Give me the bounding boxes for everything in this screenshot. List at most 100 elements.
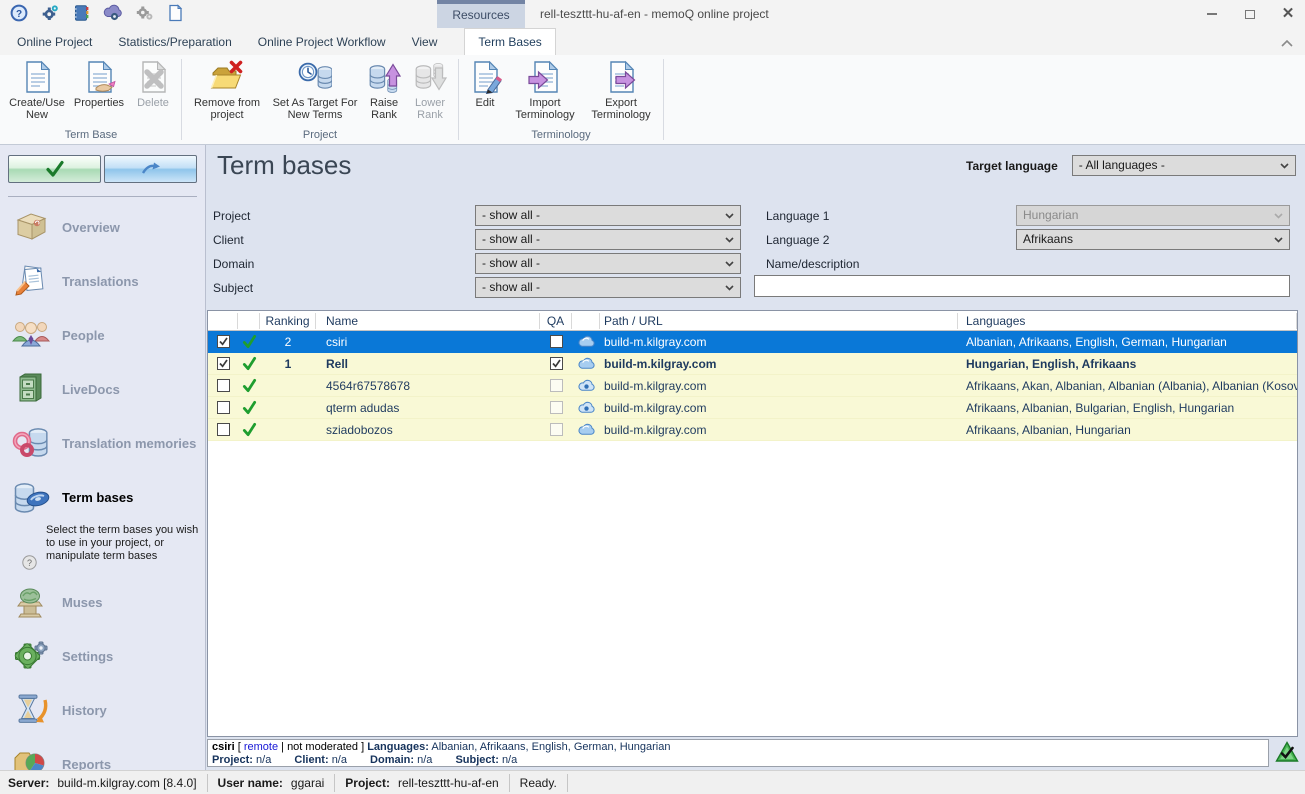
qa-checkbox[interactable]	[550, 335, 563, 348]
revert-changes-button[interactable]	[104, 155, 197, 183]
tab-term-bases[interactable]: Term Bases	[464, 28, 555, 55]
ribbon-separator	[458, 59, 459, 140]
table-row[interactable]: sziadobozos build-m.kilgray.com Afrikaan…	[208, 419, 1297, 441]
include-checkbox[interactable]	[217, 423, 230, 436]
sidebar-item-muses[interactable]: Muses	[0, 575, 205, 629]
name-description-label: Name/description	[766, 257, 859, 271]
options-gears-icon[interactable]	[136, 4, 154, 22]
target-clock-database-icon	[298, 60, 332, 94]
export-terminology-button[interactable]: Export Terminology	[583, 57, 659, 121]
remove-from-project-button[interactable]: Remove from project	[186, 57, 268, 121]
info-languages-label: Languages:	[367, 741, 429, 753]
tab-online-project[interactable]: Online Project	[4, 30, 105, 55]
server-cloud-icon[interactable]	[103, 4, 123, 22]
include-checkbox[interactable]	[217, 357, 230, 370]
sidebar-item-label: Translations	[62, 274, 139, 289]
close-button[interactable]: ✕	[1281, 7, 1295, 21]
collapse-ribbon-icon[interactable]	[1281, 36, 1293, 50]
sidebar-item-label: Settings	[62, 649, 113, 664]
info-remote-flag: remote	[244, 741, 278, 753]
sidebar-item-translation-memories[interactable]: Translation memories	[0, 416, 205, 470]
translation-memories-icon	[10, 425, 52, 461]
name-description-input[interactable]	[754, 275, 1290, 297]
chevron-down-icon	[1274, 213, 1283, 219]
info-moderation-flag: not moderated	[287, 741, 358, 753]
column-path-url[interactable]: Path / URL	[600, 313, 958, 329]
raise-rank-button[interactable]: Raise Rank	[362, 57, 406, 121]
contacts-book-icon[interactable]	[72, 4, 90, 22]
lower-rank-button[interactable]: Lower Rank	[406, 57, 454, 121]
sidebar-item-people[interactable]: People	[0, 308, 205, 362]
properties-button[interactable]: Properties	[69, 57, 129, 109]
table-row[interactable]: 4564r67578678 build-m.kilgray.com Afrika…	[208, 375, 1297, 397]
sidebar-item-settings[interactable]: Settings	[0, 629, 205, 683]
sidebar-item-translations[interactable]: Translations	[0, 254, 205, 308]
help-icon[interactable]: ?	[10, 4, 28, 22]
domain-filter-label: Domain	[213, 257, 254, 271]
delete-button[interactable]: Delete	[129, 57, 177, 109]
in-use-check-icon	[242, 378, 257, 393]
status-project: Project:rell-teszttt-hu-af-en	[345, 774, 509, 792]
new-document-icon	[20, 60, 54, 94]
title-bar: ? Resources rell-teszttt-hu-af-en - memo…	[0, 0, 1305, 28]
status-ready: Ready.	[520, 774, 568, 792]
remote-cloud-icon	[577, 357, 596, 370]
column-name[interactable]: Name	[316, 313, 540, 329]
edit-button[interactable]: Edit	[463, 57, 507, 109]
qa-checkbox[interactable]	[550, 401, 563, 414]
domain-filter-select[interactable]: - show all -	[475, 253, 741, 274]
document-icon[interactable]	[167, 4, 183, 22]
sidebar-item-label: Muses	[62, 595, 102, 610]
include-checkbox[interactable]	[217, 401, 230, 414]
qa-checkbox[interactable]	[550, 357, 563, 370]
sidebar-item-overview[interactable]: Overview	[0, 200, 205, 254]
table-row[interactable]: 1 Rell build-m.kilgray.com Hungarian, En…	[208, 353, 1297, 375]
settings-gears-icon[interactable]	[41, 4, 59, 22]
term-bases-table: Ranking Name QA Path / URL Languages 2 c…	[207, 310, 1298, 737]
sidebar-item-history[interactable]: History	[0, 683, 205, 737]
set-as-target-button[interactable]: Set As Target For New Terms	[268, 57, 362, 121]
subject-filter-select[interactable]: - show all -	[475, 277, 741, 298]
project-filter-label: Project	[213, 209, 250, 223]
term-bases-icon	[10, 479, 52, 515]
sidebar-item-term-bases[interactable]: Term bases	[0, 470, 205, 524]
raise-rank-icon	[367, 60, 401, 94]
contextual-tab-group[interactable]: Resources	[437, 0, 525, 28]
qa-checkbox[interactable]	[550, 379, 563, 392]
table-row[interactable]: 2 csiri build-m.kilgray.com Albanian, Af…	[208, 331, 1297, 353]
edit-pencil-icon	[468, 60, 502, 94]
import-terminology-button[interactable]: Import Terminology	[507, 57, 583, 121]
svg-text:?: ?	[27, 558, 32, 568]
maximize-button[interactable]	[1243, 7, 1257, 21]
sidebar-item-reports[interactable]: Reports	[0, 737, 205, 770]
svg-text:?: ?	[16, 9, 22, 20]
sidebar-item-label: Reports	[62, 757, 111, 771]
properties-document-icon	[82, 60, 116, 94]
language1-select[interactable]: Hungarian	[1016, 205, 1290, 226]
tab-statistics-preparation[interactable]: Statistics/Preparation	[105, 30, 244, 55]
client-filter-label: Client	[213, 233, 244, 247]
language2-select[interactable]: Afrikaans	[1016, 229, 1290, 250]
column-languages[interactable]: Languages	[958, 313, 1297, 329]
tab-online-project-workflow[interactable]: Online Project Workflow	[245, 30, 399, 55]
history-hourglass-icon	[10, 692, 52, 728]
target-language-select[interactable]: - All languages -	[1072, 155, 1296, 176]
table-row[interactable]: qterm adudas build-m.kilgray.com Afrikaa…	[208, 397, 1297, 419]
include-checkbox[interactable]	[217, 379, 230, 392]
ribbon-group-project: Remove from project Set As Target For Ne…	[183, 55, 457, 144]
in-use-check-icon	[242, 422, 257, 437]
column-qa[interactable]: QA	[540, 313, 572, 329]
minimize-button[interactable]	[1205, 7, 1219, 21]
sidebar-item-livedocs[interactable]: LiveDocs	[0, 362, 205, 416]
apply-changes-button[interactable]	[8, 155, 101, 183]
chevron-down-icon	[725, 261, 734, 267]
qa-checkbox[interactable]	[550, 423, 563, 436]
client-filter-select[interactable]: - show all -	[475, 229, 741, 250]
column-ranking[interactable]: Ranking	[260, 313, 316, 329]
project-filter-select[interactable]: - show all -	[475, 205, 741, 226]
translations-documents-icon	[10, 263, 52, 299]
sidebar-item-label: Overview	[62, 220, 120, 235]
tab-view[interactable]: View	[399, 30, 451, 55]
include-checkbox[interactable]	[217, 335, 230, 348]
create-use-new-button[interactable]: Create/Use New	[5, 57, 69, 121]
